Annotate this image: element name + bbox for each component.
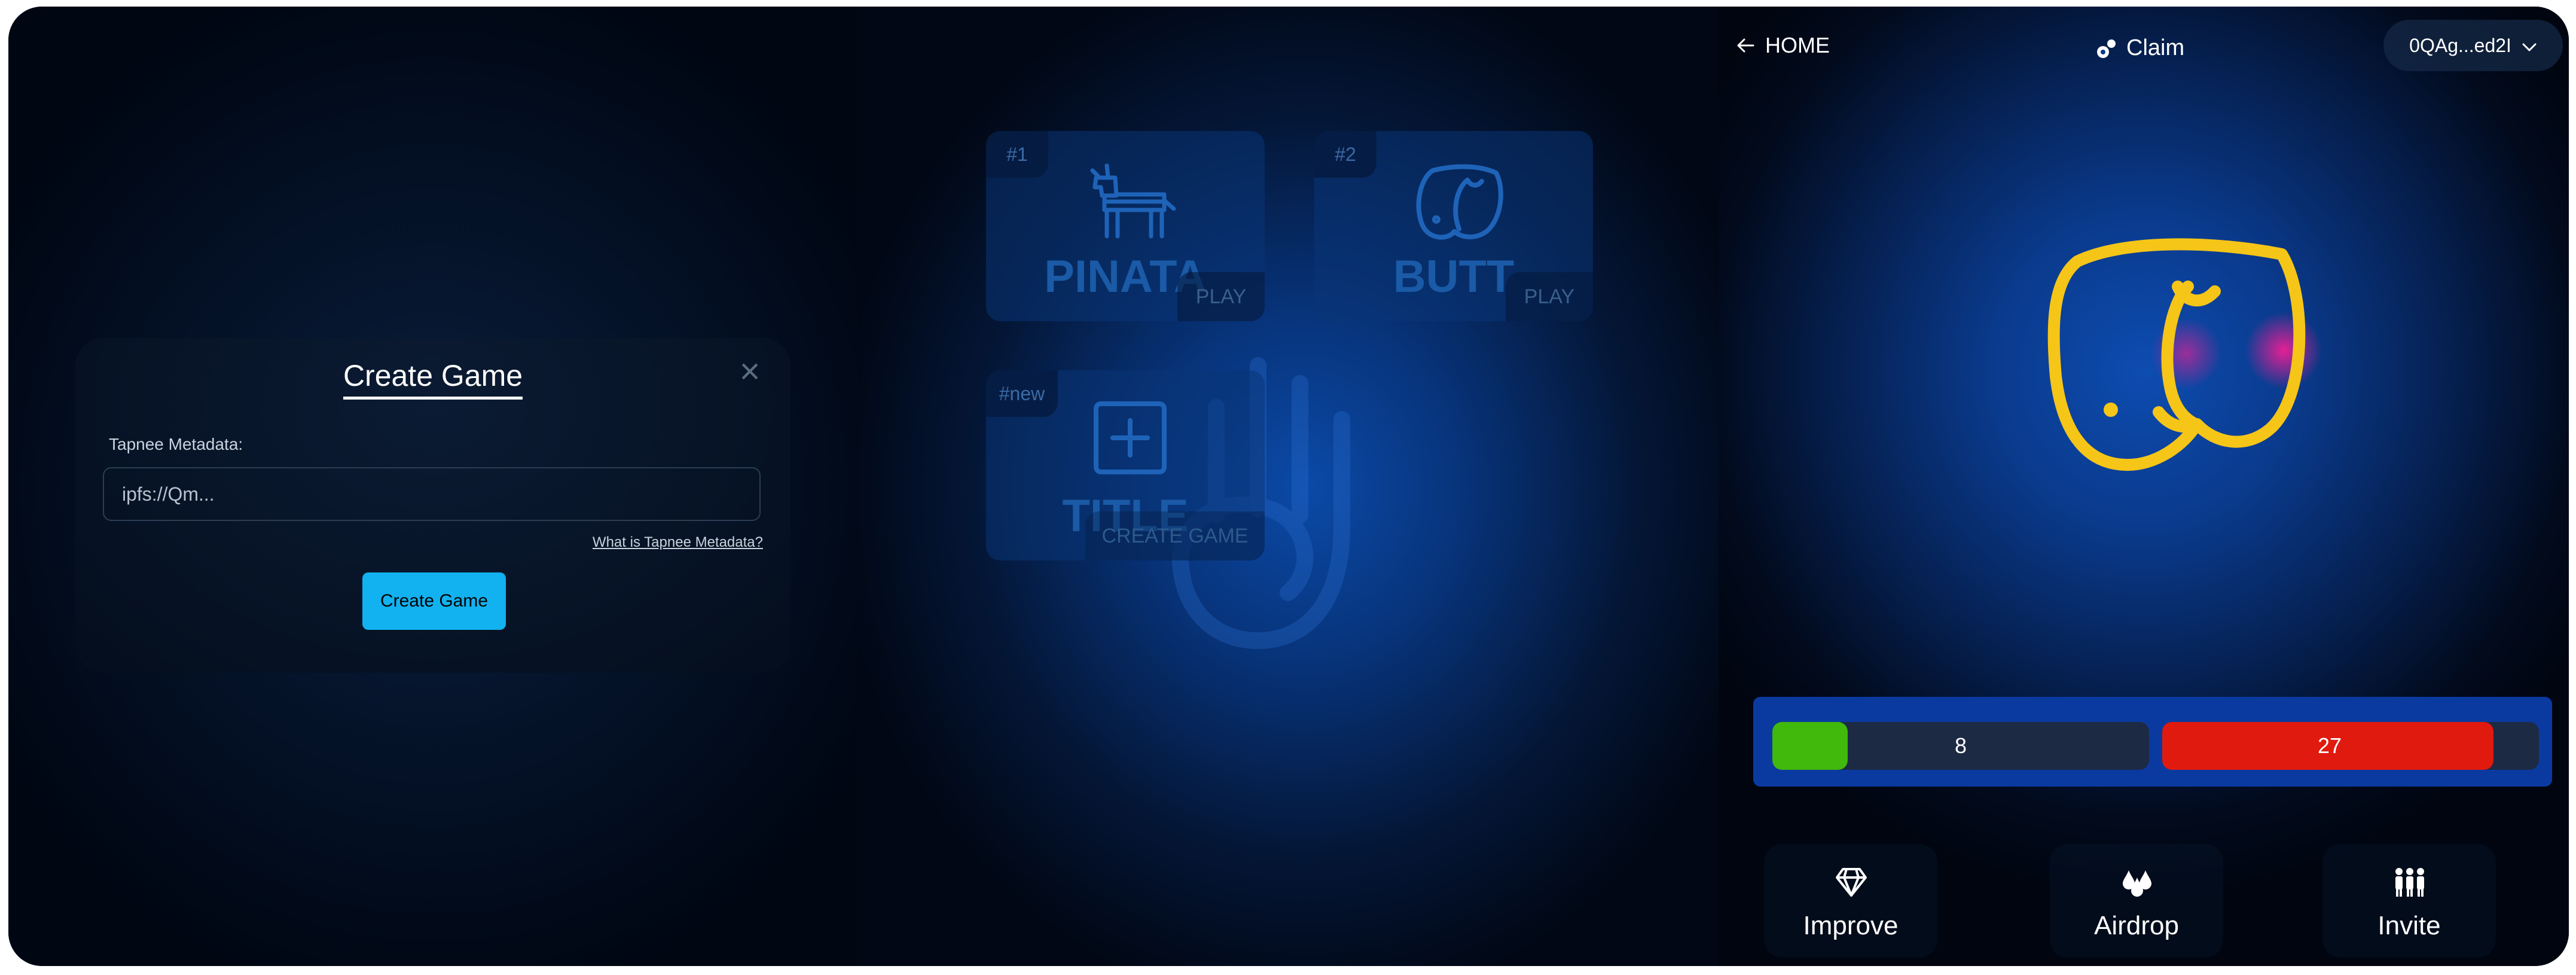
metadata-label: Tapnee Metadata: bbox=[109, 435, 243, 453]
claim-icon bbox=[2097, 39, 2116, 58]
create-game-screen: Create Game × Tapnee Metadata: What is T… bbox=[8, 7, 857, 966]
modal-title: Create Game bbox=[75, 358, 790, 400]
chevron-down-icon bbox=[2522, 43, 2537, 51]
game-card-pinata[interactable]: #1 PINATA PLAY bbox=[986, 131, 1265, 321]
create-game-modal: Create Game × Tapnee Metadata: What is T… bbox=[75, 338, 790, 673]
wallet-dropdown[interactable]: 0QAg...ed2I bbox=[2383, 20, 2563, 71]
home-link[interactable]: HOME bbox=[1736, 33, 1830, 58]
left-score-value: 8 bbox=[1954, 733, 1967, 758]
metadata-input[interactable] bbox=[103, 467, 761, 521]
left-score-track: 8 bbox=[1772, 722, 2149, 770]
diamond-icon bbox=[1836, 868, 1867, 897]
butt-icon[interactable] bbox=[2035, 233, 2334, 502]
right-score-value: 27 bbox=[2317, 733, 2342, 758]
home-label: HOME bbox=[1765, 33, 1830, 57]
claim-button[interactable]: Claim bbox=[2095, 35, 2184, 61]
play-button[interactable]: PLAY bbox=[1506, 272, 1593, 321]
card-tag: #2 bbox=[1314, 131, 1376, 178]
game-card-butt[interactable]: #2 BUTT PLAY bbox=[1314, 131, 1593, 321]
game-screen: HOME Claim 0QAg...ed2I 8 27 Improve Aird… bbox=[1719, 7, 2569, 966]
invite-label: Invite bbox=[2377, 911, 2441, 940]
improve-label: Improve bbox=[1803, 911, 1899, 940]
close-icon[interactable]: × bbox=[733, 354, 767, 389]
improve-button[interactable]: Improve bbox=[1764, 844, 1937, 958]
airdrop-button[interactable]: Airdrop bbox=[2050, 844, 2223, 958]
butt-icon bbox=[1416, 164, 1503, 240]
arrow-left-icon bbox=[1737, 38, 1754, 53]
drops-icon bbox=[2123, 870, 2151, 897]
card-tag: #new bbox=[986, 370, 1058, 417]
card-tag: #1 bbox=[986, 131, 1048, 178]
pinata-icon bbox=[1090, 163, 1176, 239]
airdrop-label: Airdrop bbox=[2094, 911, 2179, 940]
metadata-help-link[interactable]: What is Tapnee Metadata? bbox=[593, 534, 763, 551]
app-frame: Create Game × Tapnee Metadata: What is T… bbox=[8, 7, 2569, 966]
play-button[interactable]: PLAY bbox=[1177, 272, 1265, 321]
game-card-new[interactable]: #new TITLE CREATE GAME bbox=[986, 370, 1265, 560]
create-game-button[interactable]: Create Game bbox=[362, 572, 506, 630]
right-score-track: 27 bbox=[2162, 722, 2539, 770]
wallet-address: 0QAg...ed2I bbox=[2409, 35, 2511, 56]
invite-button[interactable]: Invite bbox=[2322, 844, 2496, 958]
plus-box-icon bbox=[1094, 401, 1167, 474]
people-icon bbox=[2395, 868, 2424, 897]
score-bar: 8 27 bbox=[1753, 697, 2552, 787]
create-game-link[interactable]: CREATE GAME bbox=[1085, 511, 1265, 560]
claim-label: Claim bbox=[2126, 35, 2185, 60]
game-list-screen: #1 PINATA PLAY #2 BUTT PLAY #new TITLE C… bbox=[857, 7, 1719, 966]
